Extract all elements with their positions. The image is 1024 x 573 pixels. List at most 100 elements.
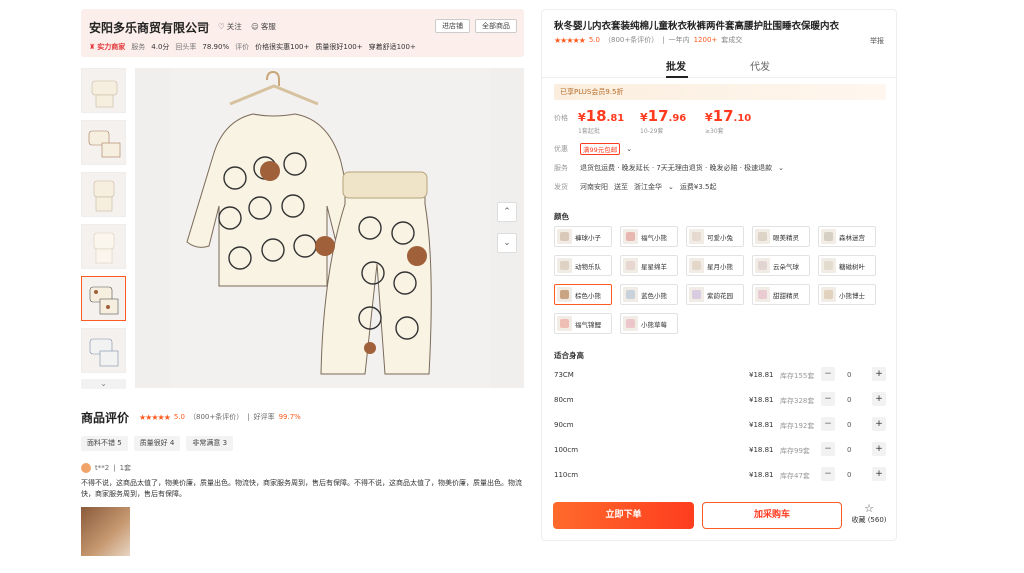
promo-row: 优惠 满99元包邮 ⌄ bbox=[554, 143, 632, 155]
color-option-label: 云朵气球 bbox=[773, 262, 799, 271]
color-swatch bbox=[623, 258, 638, 273]
color-option[interactable]: 棕色小熊 bbox=[554, 284, 612, 305]
stat-label: 回头率 bbox=[175, 43, 197, 51]
size-price: ¥18.81 bbox=[749, 371, 774, 379]
review-tag[interactable]: 面料不错 5 bbox=[81, 436, 128, 451]
color-option-label: 小熊草莓 bbox=[641, 320, 667, 329]
favorite-button[interactable]: ☆ 收藏 (560) bbox=[849, 503, 889, 525]
color-option[interactable]: 动物乐队 bbox=[554, 255, 612, 276]
size-row: 90cm ¥18.81 库存192套 0 − + bbox=[554, 416, 886, 436]
color-option[interactable]: 森林迷宫 bbox=[818, 226, 876, 247]
thumbnail[interactable] bbox=[81, 328, 126, 373]
product-rating: ★★★★★ 5.0 （800+条评价） | 一年内 1200+ 套成交 bbox=[554, 35, 742, 45]
increment-button[interactable]: + bbox=[872, 442, 886, 456]
report-link[interactable]: 举报 bbox=[870, 36, 884, 46]
strength-badge: ♜ 实力商家 bbox=[89, 42, 125, 52]
coupon-badge[interactable]: 满99元包邮 bbox=[580, 143, 621, 155]
review-text: 不得不说，这商品太值了，物美价廉，质量出色。物流快，商家服务周到，售后有保障。不… bbox=[81, 479, 522, 498]
price-tier: ¥18.81 1套起批 bbox=[578, 107, 624, 135]
customer-service-button[interactable]: ☺ 客服 bbox=[251, 21, 276, 32]
quantity-value[interactable]: 0 bbox=[847, 396, 851, 404]
increment-button[interactable]: + bbox=[872, 392, 886, 406]
service-text: 退货包运费 · 晚发延长 · 7天无理由退货 · 晚发必赔 · 极速退款 bbox=[580, 164, 773, 172]
color-option[interactable]: 眼美精灵 bbox=[752, 226, 810, 247]
currency-symbol: ¥ bbox=[578, 111, 586, 124]
trophy-icon: ♜ bbox=[89, 43, 96, 51]
price-tiers: 价格 ¥18.81 1套起批 ¥17.96 10-29套 ¥17.10 ≥30套 bbox=[554, 107, 886, 135]
tab-dropship[interactable]: 代发 bbox=[750, 58, 770, 73]
color-option[interactable]: 福气小熊 bbox=[620, 226, 678, 247]
scroll-down-button[interactable]: ⌄ bbox=[497, 233, 517, 253]
quantity-value[interactable]: 0 bbox=[847, 471, 851, 479]
scroll-up-button[interactable]: ⌃ bbox=[497, 202, 517, 222]
review-tag[interactable]: 质量很好 4 bbox=[133, 436, 181, 451]
price-int: 17 bbox=[712, 107, 734, 125]
color-swatch bbox=[755, 229, 770, 244]
ship-to[interactable]: 浙江金华 bbox=[634, 182, 662, 192]
color-option[interactable]: 甜甜精灵 bbox=[752, 284, 810, 305]
thumbnail-active[interactable] bbox=[81, 276, 126, 321]
color-option[interactable]: 紫韵花园 bbox=[686, 284, 744, 305]
decrement-button[interactable]: − bbox=[821, 367, 835, 381]
review-tag[interactable]: 非常满意 3 bbox=[186, 436, 234, 451]
color-swatch bbox=[557, 229, 572, 244]
size-stock: 库存192套 bbox=[780, 422, 815, 430]
color-option[interactable]: 可爱小兔 bbox=[686, 226, 744, 247]
color-swatch bbox=[821, 258, 836, 273]
rating-count[interactable]: （800+条评价） bbox=[604, 35, 658, 45]
chevron-down-icon[interactable]: ⌄ bbox=[778, 164, 784, 172]
color-option[interactable]: 小熊草莓 bbox=[620, 313, 678, 334]
currency-symbol: ¥ bbox=[640, 111, 648, 124]
reviews-rating: 5.0 bbox=[173, 413, 185, 421]
color-option[interactable]: 星月小熊 bbox=[686, 255, 744, 276]
size-price: ¥18.81 bbox=[749, 471, 774, 479]
shop-name[interactable]: 安阳多乐商贸有限公司 bbox=[89, 19, 209, 36]
increment-button[interactable]: + bbox=[872, 467, 886, 481]
quantity-value[interactable]: 0 bbox=[847, 446, 851, 454]
color-swatch bbox=[623, 316, 638, 331]
thumbnail[interactable] bbox=[81, 224, 126, 269]
size-price: ¥18.81 bbox=[749, 446, 774, 454]
follow-button[interactable]: ♡ 关注 bbox=[218, 21, 242, 32]
color-option[interactable]: 褲球小子 bbox=[554, 226, 612, 247]
thumbnail[interactable] bbox=[81, 120, 126, 165]
color-option[interactable]: 云朵气球 bbox=[752, 255, 810, 276]
chevron-down-icon[interactable]: ⌄ bbox=[668, 183, 674, 191]
price-int: 17 bbox=[647, 107, 669, 125]
all-products-button[interactable]: 全部商品 bbox=[475, 19, 517, 33]
chevron-down-icon[interactable]: ⌄ bbox=[626, 145, 632, 153]
decrement-button[interactable]: − bbox=[821, 417, 835, 431]
enter-store-button[interactable]: 进店铺 bbox=[435, 19, 470, 33]
color-swatch bbox=[689, 287, 704, 302]
add-to-cart-button[interactable]: 加采购车 bbox=[702, 502, 842, 529]
size-row: 110cm ¥18.81 库存47套 0 − + bbox=[554, 466, 886, 486]
review-photo[interactable] bbox=[81, 507, 130, 556]
buy-now-button[interactable]: 立即下单 bbox=[553, 502, 694, 529]
thumbnail[interactable] bbox=[81, 68, 126, 113]
decrement-button[interactable]: − bbox=[821, 392, 835, 406]
size-price: ¥18.81 bbox=[749, 421, 774, 429]
increment-button[interactable]: + bbox=[872, 417, 886, 431]
quantity-value[interactable]: 0 bbox=[847, 371, 851, 379]
color-option[interactable]: 星星绵羊 bbox=[620, 255, 678, 276]
review-tags: 面料不错 5 质量很好 4 非常满意 3 bbox=[81, 436, 234, 451]
color-option[interactable]: 福气锦鲤 bbox=[554, 313, 612, 334]
increment-button[interactable]: + bbox=[872, 367, 886, 381]
shipping-fee: 运费¥3.5起 bbox=[679, 183, 717, 191]
decrement-button[interactable]: − bbox=[821, 467, 835, 481]
tab-wholesale[interactable]: 批发 bbox=[666, 58, 686, 73]
chevron-down-icon[interactable]: ⌵ bbox=[202, 20, 210, 31]
thumbnail[interactable] bbox=[81, 172, 126, 217]
color-option[interactable]: 蓝色小熊 bbox=[620, 284, 678, 305]
color-option[interactable]: 小熊博士 bbox=[818, 284, 876, 305]
size-stock: 库存155套 bbox=[780, 372, 815, 380]
price-tier: ¥17.10 ≥30套 bbox=[705, 107, 751, 135]
service-row: 服务 退货包运费 · 晚发延长 · 7天无理由退货 · 晚发必赔 · 极速退款 … bbox=[554, 163, 784, 173]
quantity-value[interactable]: 0 bbox=[847, 421, 851, 429]
thumb-scroll-down-icon[interactable]: ⌄ bbox=[81, 379, 126, 389]
color-option[interactable]: 糖磁树叶 bbox=[818, 255, 876, 276]
color-swatch bbox=[623, 229, 638, 244]
good-rate-label: 好评率 bbox=[253, 413, 275, 421]
decrement-button[interactable]: − bbox=[821, 442, 835, 456]
color-swatch bbox=[821, 229, 836, 244]
